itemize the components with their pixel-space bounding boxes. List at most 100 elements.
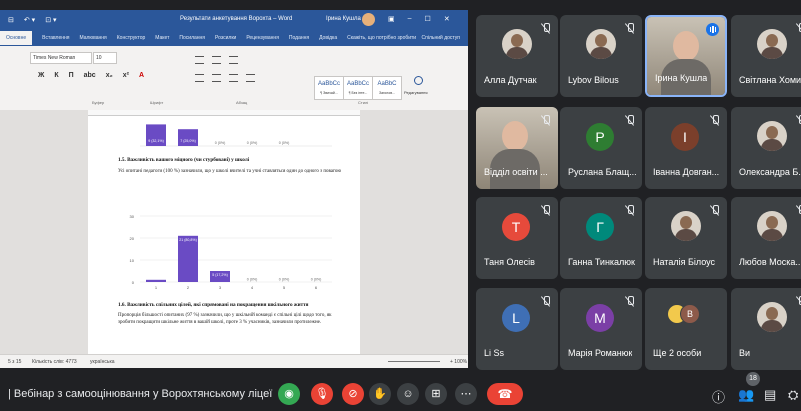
font-name-field[interactable]: Times New Roman xyxy=(30,52,92,64)
participant-tile[interactable]: Олександра Б... xyxy=(731,107,801,189)
mic-muted-icon xyxy=(624,23,635,34)
chat-icon[interactable]: ▤ xyxy=(764,387,776,403)
mic-muted-icon xyxy=(540,115,551,126)
word-count[interactable]: Кількість слів: 4773 xyxy=(32,359,77,365)
subscript-button[interactable]: x₂ xyxy=(106,72,113,79)
tab-home[interactable]: Основне xyxy=(0,31,33,45)
numbering-icon[interactable] xyxy=(212,56,221,64)
data-label: 7 (25,0%) xyxy=(180,139,196,143)
align-left-icon[interactable] xyxy=(195,74,204,82)
indent-icon[interactable] xyxy=(229,56,238,64)
participant-tile[interactable]: Lybov Bilous xyxy=(560,15,642,97)
ribbon: Times New Roman 10 Ж К П abc x₂ x² A AaB… xyxy=(0,46,468,111)
page-indicator[interactable]: 5 з 15 xyxy=(8,359,21,365)
meeting-controls-bar: | Вебінар з самооцінювання у Ворохтянськ… xyxy=(0,383,801,411)
camera-button[interactable]: ⊘ xyxy=(342,383,364,405)
tab-design[interactable]: Конструктор xyxy=(117,35,146,41)
participant-tile[interactable]: Ірина Кушла xyxy=(645,15,727,97)
word-statusbar: 5 з 15 Кількість слів: 4773 українська +… xyxy=(0,354,468,368)
participant-name: Любов Моска... xyxy=(739,257,801,267)
bar xyxy=(178,129,198,146)
avatar: І xyxy=(671,123,699,151)
align-center-icon[interactable] xyxy=(212,74,221,82)
shared-screen: ⊟ ↶ ▾ ⊡ ▾ Результати анкетування Ворохта… xyxy=(0,10,468,368)
tell-me-search[interactable]: Скажіть, що потрібно зробити xyxy=(347,35,416,41)
participant-tile[interactable]: Алла Дутчак xyxy=(476,15,558,97)
participant-tile[interactable]: L Li Ss xyxy=(476,288,558,370)
italic-button[interactable]: К xyxy=(54,72,58,79)
participant-name: Іванна Довган... xyxy=(653,167,720,177)
search-icon[interactable] xyxy=(414,76,423,85)
document-title: Результати анкетування Ворохта – Word xyxy=(180,16,293,22)
minimize-icon[interactable]: – xyxy=(408,15,412,23)
tab-references[interactable]: Посилання xyxy=(179,35,205,41)
participant-tile[interactable]: Наталія Білоус xyxy=(645,197,727,279)
participant-tile[interactable]: M Марія Романюк xyxy=(560,288,642,370)
share-button[interactable]: Спільний доступ xyxy=(422,35,460,41)
zoom-level[interactable]: + 100% xyxy=(450,359,467,365)
data-label: 0 (0%) xyxy=(279,141,290,145)
style-no-spacing[interactable]: AaBbCc ¶ Без інте... xyxy=(343,76,373,100)
raise-hand-button[interactable]: ✋ xyxy=(369,383,391,405)
save-icon[interactable]: ⊟ xyxy=(8,16,14,24)
participant-tile[interactable]: Світлана Хомин xyxy=(731,15,801,97)
user-avatar[interactable] xyxy=(362,13,375,26)
customize-icon[interactable]: ⊡ ▾ xyxy=(45,16,56,24)
participant-tile[interactable]: Т Таня Олесів xyxy=(476,197,558,279)
reactions-button[interactable]: ☺ xyxy=(397,383,419,405)
tab-help[interactable]: Довідка xyxy=(319,35,337,41)
language-indicator[interactable]: українська xyxy=(90,359,115,365)
maximize-icon[interactable]: ☐ xyxy=(425,15,431,23)
justify-icon[interactable] xyxy=(246,74,255,82)
zoom-slider[interactable] xyxy=(388,361,440,362)
participant-name: Ганна Тинкалюк xyxy=(568,257,635,267)
data-label: 0 (0%) xyxy=(247,141,258,145)
tab-insert[interactable]: Вставлення xyxy=(42,35,69,41)
tab-mailings[interactable]: Розсилки xyxy=(215,35,236,41)
bar xyxy=(178,235,198,282)
participant-tile[interactable]: І Іванна Довган... xyxy=(645,107,727,189)
undo-icon[interactable]: ↶ ▾ xyxy=(24,16,35,24)
tab-view[interactable]: Подання xyxy=(289,35,309,41)
participant-name: Наталія Білоус xyxy=(653,257,716,267)
microphone-button[interactable]: 🎙 xyxy=(311,383,333,405)
superscript-button[interactable]: x² xyxy=(123,72,129,79)
style-heading[interactable]: AaBbC Заголов... xyxy=(372,76,402,100)
tab-layout[interactable]: Макет xyxy=(155,35,169,41)
tab-review[interactable]: Рецензування xyxy=(246,35,279,41)
data-label: 21 (80,8%) xyxy=(179,238,197,242)
participant-tile[interactable]: Г Ганна Тинкалюк xyxy=(560,197,642,279)
avatar: M xyxy=(586,304,614,332)
more-options-button[interactable]: ⋯ xyxy=(455,383,477,405)
tab-draw[interactable]: Малювання xyxy=(79,35,106,41)
speaker-icon: ◉ xyxy=(284,388,294,400)
align-right-icon[interactable] xyxy=(229,74,238,82)
ribbon-display-icon[interactable]: ▣ xyxy=(388,15,395,23)
group-clipboard: Буфер xyxy=(92,100,105,105)
bold-button[interactable]: Ж xyxy=(38,72,44,79)
activities-icon[interactable]: ⛭ xyxy=(788,387,798,403)
present-icon: ⊞ xyxy=(431,388,441,400)
participant-tile[interactable]: B Ще 2 особи xyxy=(645,288,727,370)
phone-hangup-icon: ☎ xyxy=(497,387,513,401)
meeting-info-icon[interactable]: ⓘ xyxy=(712,387,725,406)
y-tick-label: 20 xyxy=(130,236,135,241)
bullets-icon[interactable] xyxy=(195,56,204,64)
underline-button[interactable]: П xyxy=(69,72,74,79)
close-icon[interactable]: ✕ xyxy=(444,15,450,23)
participant-tile[interactable]: Ви xyxy=(731,288,801,370)
group-font: Шрифт xyxy=(150,100,164,105)
participant-name: Ви xyxy=(739,348,751,358)
present-button[interactable]: ⊞ xyxy=(425,383,447,405)
font-color-button[interactable]: A xyxy=(139,72,144,79)
style-normal[interactable]: AaBbCc ¶ Звичай... xyxy=(314,76,344,100)
editing-label[interactable]: Редагування xyxy=(404,90,428,95)
leave-call-button[interactable]: ☎ xyxy=(487,383,523,405)
speaker-button[interactable]: ◉ xyxy=(278,383,300,405)
participant-tile[interactable]: Любов Моска... xyxy=(731,197,801,279)
font-size-field[interactable]: 10 xyxy=(93,52,117,64)
people-icon[interactable]: 👥 xyxy=(738,387,754,403)
participant-tile[interactable]: Р Руслана Блащ... xyxy=(560,107,642,189)
strikethrough-button[interactable]: abc xyxy=(84,72,96,79)
participant-tile[interactable]: Відділ освіти ... xyxy=(476,107,558,189)
